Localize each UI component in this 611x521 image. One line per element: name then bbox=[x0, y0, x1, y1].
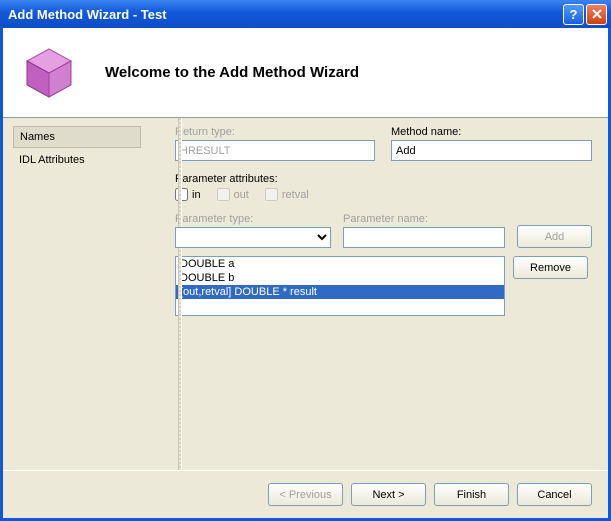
content-area: Names IDL Attributes Return type: Method… bbox=[3, 118, 608, 470]
list-item[interactable]: DOUBLE a bbox=[176, 257, 504, 271]
finish-button[interactable]: Finish bbox=[434, 483, 509, 506]
window-body: Welcome to the Add Method Wizard Names I… bbox=[0, 28, 611, 521]
method-name-input[interactable] bbox=[391, 140, 592, 161]
method-name-label: Method name: bbox=[391, 126, 592, 138]
title-buttons: ? bbox=[563, 4, 607, 25]
wizard-cube-icon bbox=[17, 41, 81, 105]
sidebar-item-label: IDL Attributes bbox=[19, 154, 85, 166]
previous-button: < Previous bbox=[268, 483, 343, 506]
param-attr-label: Parameter attributes: bbox=[175, 173, 278, 185]
param-name-input[interactable] bbox=[343, 227, 505, 248]
param-type-label: Parameter type: bbox=[175, 213, 331, 225]
next-button[interactable]: Next > bbox=[351, 483, 426, 506]
checkbox-out-label: out bbox=[234, 189, 249, 201]
sidebar-item-idl-attributes[interactable]: IDL Attributes bbox=[13, 150, 141, 170]
sidebar-item-label: Names bbox=[20, 131, 55, 143]
cancel-button[interactable]: Cancel bbox=[517, 483, 592, 506]
list-item[interactable]: [out,retval] DOUBLE * result bbox=[176, 285, 504, 299]
sidebar-item-names[interactable]: Names bbox=[13, 126, 141, 148]
wizard-header: Welcome to the Add Method Wizard bbox=[3, 28, 608, 118]
sidebar-divider bbox=[178, 118, 182, 470]
title-bar: Add Method Wizard - Test ? bbox=[0, 0, 611, 28]
add-button: Add bbox=[517, 225, 592, 248]
wizard-heading: Welcome to the Add Method Wizard bbox=[105, 64, 359, 81]
param-type-combo[interactable] bbox=[175, 227, 331, 248]
wizard-footer: < Previous Next > Finish Cancel bbox=[3, 470, 608, 518]
help-icon[interactable]: ? bbox=[563, 4, 584, 25]
param-name-label: Parameter name: bbox=[343, 213, 505, 225]
list-item[interactable]: DOUBLE b bbox=[176, 271, 504, 285]
return-type-label: Return type: bbox=[175, 126, 375, 138]
close-icon[interactable] bbox=[586, 4, 607, 25]
main-form: Return type: Method name: Parameter attr… bbox=[151, 118, 608, 470]
checkbox-retval bbox=[265, 188, 278, 201]
parameter-list[interactable]: DOUBLE a DOUBLE b [out,retval] DOUBLE * … bbox=[175, 256, 505, 316]
checkbox-out bbox=[217, 188, 230, 201]
return-type-input bbox=[175, 140, 375, 161]
checkbox-in-label: in bbox=[192, 189, 201, 201]
wizard-sidebar: Names IDL Attributes bbox=[3, 118, 151, 470]
remove-button[interactable]: Remove bbox=[513, 256, 588, 279]
param-attr-checkboxes: in out retval bbox=[175, 188, 592, 201]
window-title: Add Method Wizard - Test bbox=[8, 7, 563, 22]
checkbox-retval-label: retval bbox=[282, 189, 309, 201]
